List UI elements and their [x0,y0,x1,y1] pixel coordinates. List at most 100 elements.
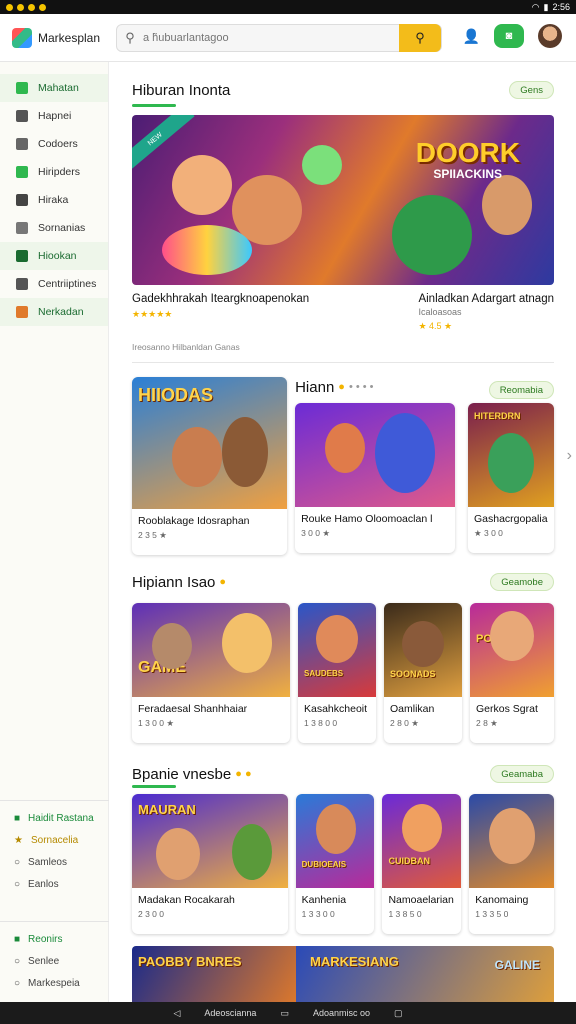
recents-icon[interactable]: ▢ [394,1008,403,1019]
sidebar-item-label: Nerkadan [38,306,84,318]
game-art-label: DUBIOEAIS [301,860,347,869]
battery-icon: ▮ [543,1,549,12]
game-name: Gashacrgopalia [474,513,548,525]
banner-left-label: PAOBBY BNRES [138,954,242,969]
sidebar-link[interactable]: ○ Samleos [0,851,109,873]
hero-left-name: Gadekhhrakah Iteargknoapenokan [132,293,310,305]
sidebar-link[interactable]: ■ Haidit Rastana [0,807,109,829]
sidebar-item-label: Hiripders [38,166,81,178]
game-rating: 3 0 0 ★ [301,528,330,538]
game-name: Rouke Hamo Oloomoaclan l [301,513,433,525]
badge-icon: ● ● [235,768,252,780]
game-name: Gerkos Sgrat [476,703,538,715]
section-pill-button[interactable]: Reomabia [488,381,554,399]
game-tile[interactable]: Kanomaing 1 3 3 5 0 [469,794,554,934]
game-rating: 2 8 0 ★ [390,718,419,728]
sidebar-item[interactable]: Hiripders [0,158,108,186]
sidebar-link-icon: ○ [14,878,21,890]
hero-caption: Ireosanno Hilbanldan Ganas [132,342,240,352]
sidebar-link-label: Samleos [28,856,67,868]
search-input[interactable] [143,32,399,44]
wallet-icon: ◙ [505,30,513,42]
sidebar-link[interactable]: ○ Eanlos [0,873,109,895]
game-name: Kasahkcheoit [304,703,368,715]
search-icon: ⚲ [125,30,135,45]
game-rating: 1 3 0 0 ★ [138,718,174,728]
sidebar-item[interactable]: Sornanias [0,214,108,242]
wallet-button[interactable]: ◙ [494,24,524,48]
game-name: Feradaesal Shanhhaiar [138,703,248,715]
sidebar-link[interactable]: ○ Senlee [0,950,109,972]
sidebar-link-label: Senlee [28,955,60,967]
sidebar-link-icon: ○ [14,856,21,868]
sidebar-item[interactable]: Codoers [0,130,108,158]
hero-banner[interactable]: NEW DOORK SPIIACKINS [132,115,554,285]
account-icon[interactable]: 👤 [463,28,480,45]
game-tile[interactable]: HIIODAS Rooblakage Idosraphan 2 3 5 ★ [132,377,288,555]
game-name: Rooblakage Idosraphan [138,515,250,527]
notification-icon [39,3,46,11]
game-name: Kanhenia [301,894,347,906]
sidebar-link-label: Sornacelia [30,834,79,846]
sidebar-item-icon [16,222,28,234]
app-logo[interactable]: Markesplan [12,27,116,48]
more-icon[interactable]: • • • • [349,381,374,393]
hero-right-rating: ★ 4.5 ★ [418,321,453,331]
section-title: Bpanie vnesbe [132,765,232,783]
game-art-label: HIIODAS [138,385,214,405]
sidebar-item-label: Codoers [38,138,78,150]
section-title: Hipiann Isao [132,573,216,591]
game-tile[interactable]: Rouke Hamo Oloomoaclan l 3 0 0 ★ [295,403,456,553]
nav-left-label: Adeoscianna [204,1008,257,1018]
sidebar-item-label: Hiraka [38,194,69,206]
sidebar-item-icon [16,166,28,178]
sidebar-item[interactable]: Hiookan [0,242,108,270]
sidebar-item-icon [16,306,28,318]
game-art-label: MAURAN [138,802,196,817]
game-tile[interactable]: MAURAN Madakan Rocakarah 2 3 0 0 [132,794,288,934]
chevron-right-icon[interactable]: › [567,447,572,465]
game-tile[interactable]: SAUDEBS Kasahkcheoit 1 3 8 0 0 [298,603,376,743]
status-bar: ◠ ▮ 2:56 [0,0,576,14]
search-button[interactable]: ⚲ [399,24,441,52]
game-art-label: CUIDBAN [388,856,430,866]
sidebar-item[interactable]: Mahatan [0,74,108,102]
game-tile[interactable]: GAME Feradaesal Shanhhaiar 1 3 0 0 ★ [132,603,290,743]
game-tile[interactable]: CUIDBAN Namoaelarian 1 3 8 5 0 [382,794,462,934]
avatar[interactable] [538,24,562,48]
sidebar-item[interactable]: Centriiptines [0,270,108,298]
sidebar-item[interactable]: Nerkadan [0,298,108,326]
featured-pill-button[interactable]: Gens [509,81,554,99]
game-tile[interactable]: HITERDRN Gashacrgopalia ★ 3 0 0 [468,403,554,553]
sidebar: Mahatan Hapnei Codoers Hiripders Hiraka Sorna… [0,62,109,1002]
sidebar-item-icon [16,82,28,94]
wifi-icon: ◠ [531,1,540,12]
home-icon[interactable]: ▭ [280,1008,289,1019]
banner-right-label: MARKESIANG [310,954,399,969]
sidebar-link[interactable]: ■ Reonirs [0,928,109,950]
game-name: Oamlikan [390,703,435,715]
game-tile[interactable]: POLEENS Gerkos Sgrat 2 8 ★ [470,603,554,743]
notification-icon [6,3,13,11]
section-pill-button[interactable]: Geamaba [490,765,554,783]
game-rating: 1 3 8 5 0 [388,909,422,919]
sidebar-link-label: Haidit Rastana [28,812,94,824]
game-tile[interactable]: DUBIOEAIS Kanhenia 1 3 3 0 0 [295,794,375,934]
sidebar-item[interactable]: Hapnei [0,102,108,130]
game-name: Madakan Rocakarah [138,894,235,906]
game-tile[interactable]: SOONADS Oamlikan 2 8 0 ★ [384,603,462,743]
game-rating: 1 3 3 0 0 [301,909,335,919]
back-icon[interactable]: ◁ [173,1008,180,1019]
section-pill-button[interactable]: Geamobe [490,573,554,591]
sidebar-item[interactable]: Hiraka [0,186,108,214]
top-bar: Markesplan ⚲ ⚲ 👤 ◙ [0,14,576,62]
sidebar-item-icon [16,138,28,150]
banner-tag: GALINE [494,958,540,972]
hero-subtitle: SPIIACKINS [433,167,502,181]
sidebar-link-icon: ■ [14,812,21,824]
game-rating: 2 8 ★ [476,718,498,728]
sidebar-link[interactable]: ★ Sornacelia [0,829,109,851]
sidebar-link[interactable]: ○ Markespeia [0,972,109,994]
sidebar-link-icon: ★ [14,834,23,846]
sidebar-link-label: Reonirs [28,933,63,945]
